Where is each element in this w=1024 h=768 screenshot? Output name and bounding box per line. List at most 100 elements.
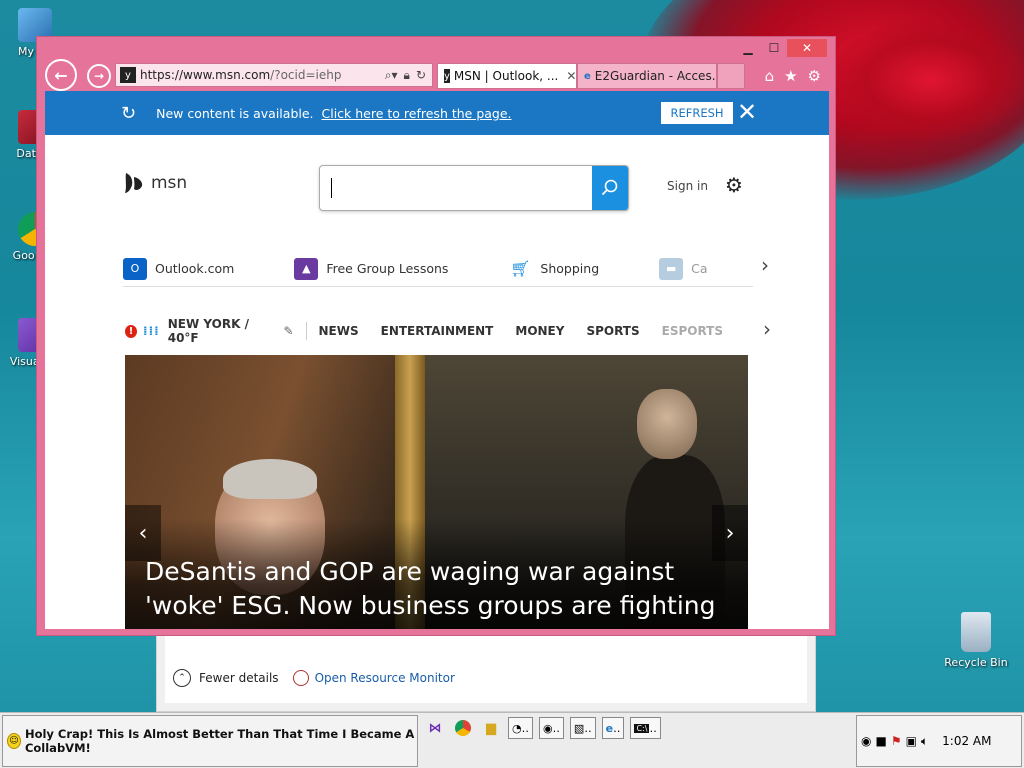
search-dropdown-icon[interactable]: ⌕▾ [385,68,398,83]
quick-link-label: Outlook.com [155,261,235,276]
carousel-prev-button[interactable]: ‹ [125,505,161,561]
clock[interactable]: 1:02 AM [942,734,991,748]
fewer-details-button[interactable]: Fewer details [199,671,279,685]
quick-link-shopping[interactable]: 🛒︎ Shopping [508,258,599,280]
quick-link-cars[interactable]: ▬ Ca [659,257,708,280]
chevron-right-icon[interactable]: › [763,317,771,341]
notification-message: New content is available. Click here to … [156,106,511,121]
quick-link-label: Free Group Lessons [326,261,449,276]
weather-alert-icon[interactable]: ! [125,324,138,338]
forward-button[interactable]: → [87,64,111,88]
refresh-icon: ↻ [121,102,137,124]
hero-headline[interactable]: DeSantis and GOP are waging war against … [145,555,735,623]
task-manager-footer: ⌃ Fewer details Open Resource Monitor [173,669,455,687]
desktop-wallpaper-petal [830,20,1024,140]
desktop-icon-recycle-bin[interactable]: Recycle Bin [940,612,1012,669]
minimize-button[interactable]: ▁ [735,39,761,57]
network-icon: ▧ [573,721,585,735]
car-icon: ▬ [659,257,684,280]
tab-label: MSN | Outlook, ... [453,69,559,83]
refresh-button[interactable]: REFRESH [661,102,733,124]
weather-location[interactable]: NEW YORK / 40°F [168,317,276,345]
search-box[interactable] [319,165,629,211]
address-bar[interactable]: y https://www.msn.com/?ocid=iehp ⌕▾ 🔒︎ ↻ [115,63,433,87]
taskbar-button-3[interactable]: ▧ ‥ [569,717,596,739]
taskbar-apps: ⋈ ▆ ◔ ‥ ◉ ‥ ▧ ‥ e ‥ C:\ ‥ [424,717,661,739]
sign-in-link[interactable]: Sign in [667,179,708,193]
hero-image-hair [223,459,317,499]
page-content: ↻ New content is available. Click here t… [45,91,829,629]
refresh-icon[interactable]: ↻ [416,68,426,83]
open-resource-monitor-link[interactable]: Open Resource Monitor [315,671,455,685]
address-url[interactable]: https://www.msn.com/?ocid=iehp [140,68,385,82]
msn-favicon: y [120,67,136,83]
nav-entertainment[interactable]: ENTERTAINMENT [381,324,494,338]
arrow-right-icon: → [93,69,105,83]
nav-money[interactable]: MONEY [515,324,564,338]
search-button[interactable] [592,166,628,210]
favorites-star-icon[interactable]: ★ [784,67,797,85]
search-input[interactable] [320,166,592,210]
system-tray: ◉ ■ ⚑ ▣ 🔈︎ 1:02 AM [856,715,1022,767]
chrome-taskbar-icon[interactable] [452,717,474,739]
msn-butterfly-icon [125,173,143,193]
carousel-next-button[interactable]: › [712,505,748,561]
network-tray-icon[interactable]: ▣ [906,734,917,748]
globe-icon: ◉ [542,721,553,735]
close-window-button[interactable]: ✕ [787,39,827,57]
visual-studio-taskbar-icon[interactable]: ⋈ [424,717,446,739]
hero-image-figure-head [637,389,697,459]
recycle-bin-icon [961,612,991,652]
tab-msn[interactable]: y MSN | Outlook, ... ✕ [437,63,577,89]
chevron-up-icon[interactable]: ⌃ [173,669,191,687]
tray-stop-icon[interactable]: ■ [875,734,886,748]
taskbar-button-1[interactable]: ◔ ‥ [508,717,533,739]
taskbar-button-2[interactable]: ◉ ‥ [538,717,564,739]
address-path: /?ocid=iehp [270,68,342,82]
tray-error-icon[interactable]: ⚑ [891,734,902,748]
taskbar-button-cmd[interactable]: C:\ ‥ [630,717,661,739]
quick-link-free-group-lessons[interactable]: ▲ Free Group Lessons [294,257,449,280]
taskbar-button-ie[interactable]: e ‥ [601,717,625,739]
cart-icon: 🛒︎ [510,259,531,278]
nav-esports[interactable]: ESPORTS [662,324,723,338]
recycle-bin-label: Recycle Bin [944,656,1008,669]
hero-carousel[interactable]: ‹ › DeSantis and GOP are waging war agai… [125,355,748,629]
tray-refresh-icon[interactable]: ◉ [861,734,871,748]
notification-text: New content is available. [156,105,314,121]
tab-e2guardian[interactable]: e E2Guardian - Acces... [577,63,717,89]
pencil-icon[interactable]: ✎ [284,324,294,338]
outlook-icon: O [123,257,147,280]
address-tools: ⌕▾ 🔒︎ ↻ [385,68,426,83]
gear-icon[interactable]: ⚙ [725,173,743,197]
close-icon[interactable]: ✕ [737,98,757,126]
ie-tab-favicon: e [584,70,591,82]
browser-toolbar: ⌂ ★ ⚙ [765,67,821,85]
quick-links-bar: O Outlook.com ▲ Free Group Lessons 🛒︎ Sh… [123,251,753,287]
maximize-button[interactable]: ☐ [761,39,787,57]
refresh-page-link[interactable]: Click here to refresh the page. [322,106,512,121]
tab-label: E2Guardian - Acces... [594,69,717,83]
back-button[interactable]: ← [45,59,77,91]
ie-icon: e [605,721,614,735]
nav-sports[interactable]: SPORTS [586,324,639,338]
resource-monitor-icon [292,670,309,686]
chrome-icon [455,720,471,736]
chevron-right-icon[interactable]: › [761,253,769,277]
msn-logo[interactable]: msn [123,171,187,195]
ie-browser-window: ▁ ☐ ✕ ← → y https://www.msn.com/?ocid=ie… [36,36,836,636]
nav-news[interactable]: NEWS [319,324,359,338]
folder-icon[interactable]: ▆ [480,717,502,739]
close-tab-icon[interactable]: ✕ [566,69,576,83]
new-content-notification: ↻ New content is available. Click here t… [45,91,829,135]
new-tab-button[interactable] [717,63,745,89]
quick-link-outlook[interactable]: O Outlook.com [123,257,235,280]
smiley-icon: ☺ [7,733,21,749]
lock-icon[interactable]: 🔒︎ [404,68,410,83]
start-button[interactable]: ☺ Holy Crap! This Is Almost Better Than … [2,715,418,767]
settings-gear-icon[interactable]: ⚙ [808,67,821,85]
volume-icon[interactable]: 🔈︎ [921,734,928,749]
chevron-right-icon: › [725,520,735,546]
rain-icon: ⁞⁞⁞ [143,324,160,338]
home-icon[interactable]: ⌂ [765,67,775,85]
